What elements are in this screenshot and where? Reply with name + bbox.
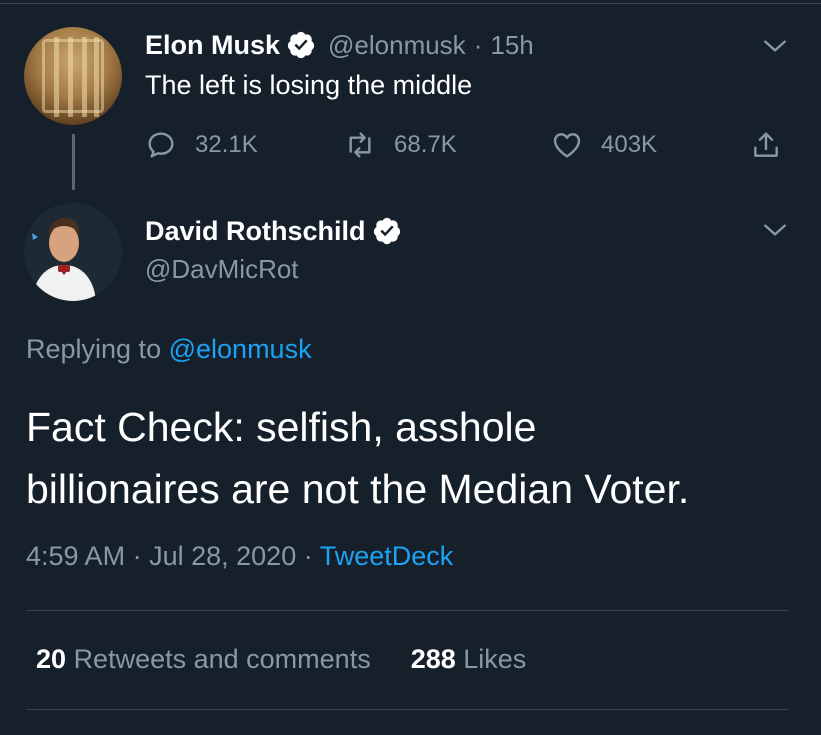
timestamp[interactable]: 15h (490, 30, 533, 61)
top-divider (0, 3, 821, 4)
replying-to-label: Replying to (26, 334, 162, 364)
reply-tweet-header: David Rothschild (145, 214, 402, 248)
separator-dot: · (473, 29, 483, 60)
heart-icon (553, 133, 581, 158)
tweet-time[interactable]: 4:59 AM (26, 541, 125, 571)
share-icon (754, 132, 778, 157)
tweet-source-link[interactable]: TweetDeck (320, 541, 454, 571)
retweet-count: 68.7K (394, 131, 457, 158)
likes-stat-link[interactable]: 288 Likes (411, 644, 527, 675)
replying-to-mention-link[interactable]: @elonmusk (169, 334, 312, 364)
reply-text-line: billionaires are not the Median Voter. (26, 466, 690, 512)
reply-tweet-text: Fact Check: selfish, asshole billionaire… (26, 396, 806, 520)
share-button[interactable] (750, 128, 782, 162)
retweet-icon (349, 132, 371, 158)
reply-button[interactable]: 32.1K (145, 128, 258, 162)
retweet-button[interactable]: 68.7K (344, 128, 457, 162)
retweets-stat-link[interactable]: 20 Retweets and comments (36, 644, 371, 675)
avatar[interactable] (24, 203, 122, 301)
avatar-portrait (24, 203, 122, 301)
chevron-down-icon[interactable] (762, 33, 788, 59)
separator-dot: · (303, 541, 313, 571)
tweet-action-bar: 32.1K 68.7K 403K (0, 128, 821, 162)
tweet-date[interactable]: Jul 28, 2020 (149, 541, 296, 571)
retweets-count: 20 (36, 644, 67, 674)
likes-count: 288 (410, 644, 456, 674)
reply-text-line: Fact Check: selfish, asshole (26, 404, 537, 450)
parent-tweet-header: Elon Musk @elonmusk · 15h (145, 28, 534, 62)
tweet-detail-page: Elon Musk @elonmusk · 15h The left is lo… (0, 0, 821, 735)
likes-label: Likes (463, 644, 527, 674)
replying-to-line: Replying to @elonmusk (26, 334, 312, 365)
like-button[interactable]: 403K (551, 128, 657, 162)
engagement-stats: 20 Retweets and comments 288 Likes (36, 644, 526, 675)
separator-dot: · (132, 541, 142, 571)
divider (26, 610, 788, 611)
retweets-label: Retweets and comments (73, 644, 371, 674)
handle[interactable]: @DavMicRot (145, 254, 299, 285)
verified-badge-icon (287, 31, 315, 59)
handle[interactable]: @elonmusk (328, 30, 466, 61)
chevron-down-icon[interactable] (762, 217, 788, 243)
reply-count: 32.1K (195, 131, 258, 158)
divider (26, 709, 788, 710)
display-name[interactable]: David Rothschild (145, 216, 366, 247)
tweet-metadata: 4:59 AM · Jul 28, 2020 · TweetDeck (26, 541, 453, 572)
display-name[interactable]: Elon Musk (145, 30, 280, 61)
verified-badge-icon (373, 217, 400, 245)
like-count: 403K (601, 131, 658, 158)
avatar[interactable] (24, 27, 122, 125)
reply-icon (148, 132, 174, 158)
parent-tweet-text: The left is losing the middle (145, 70, 473, 100)
